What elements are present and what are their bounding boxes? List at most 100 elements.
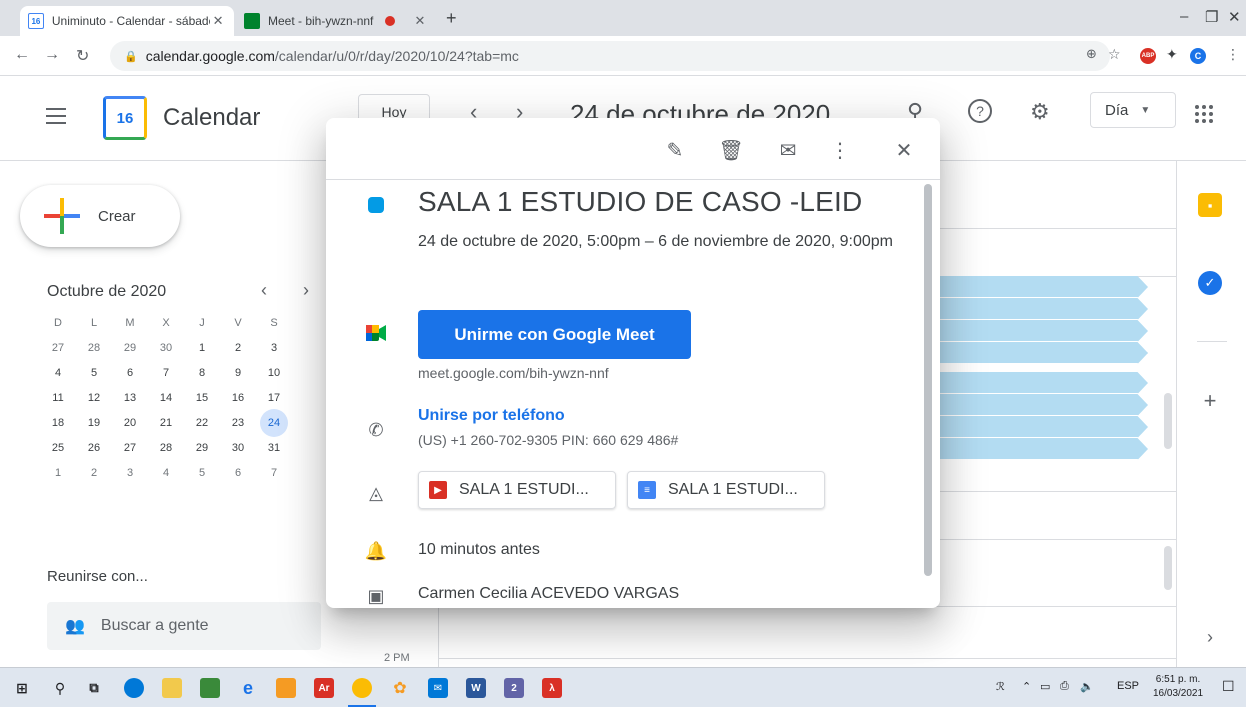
mini-calendar-day[interactable]: 30 [148, 335, 184, 360]
package-icon[interactable] [276, 678, 296, 698]
reload-icon[interactable]: ↻ [76, 46, 89, 66]
mini-calendar-day[interactable]: 4 [40, 360, 76, 385]
edge-icon[interactable] [124, 678, 144, 698]
mini-calendar-day[interactable]: 7 [256, 460, 292, 485]
add-addon-icon[interactable]: + [1198, 388, 1222, 413]
mini-calendar-day[interactable]: 3 [256, 335, 292, 360]
mini-calendar-day[interactable]: 31 [256, 435, 292, 460]
teams-icon[interactable]: 2 [504, 678, 524, 698]
attachment-chip[interactable]: ▶ SALA 1 ESTUDI... [418, 471, 616, 509]
more-options-icon[interactable]: ⋮ [828, 138, 852, 162]
settings-gear-icon[interactable]: ⚙ [1030, 99, 1050, 125]
mini-calendar-day[interactable]: 6 [112, 360, 148, 385]
mini-calendar-day[interactable]: 27 [112, 435, 148, 460]
acrobat-reader-icon[interactable]: Ar [314, 678, 334, 698]
event-chip[interactable] [938, 320, 1148, 342]
tray-overflow-icon[interactable]: ⌃ [1022, 680, 1031, 693]
attachment-chip[interactable]: ≡ SALA 1 ESTUDI... [627, 471, 825, 509]
mini-calendar-day[interactable]: 25 [40, 435, 76, 460]
mini-calendar-day[interactable]: 26 [76, 435, 112, 460]
star-icon[interactable]: ☆ [1108, 46, 1121, 63]
mini-calendar-day[interactable]: 19 [76, 410, 112, 435]
mini-calendar-day[interactable]: 11 [40, 385, 76, 410]
close-tab-icon[interactable]: ✕ [412, 13, 428, 29]
internet-explorer-icon[interactable]: e [238, 678, 258, 698]
close-icon[interactable]: ✕ [892, 138, 916, 162]
event-chip[interactable] [938, 394, 1148, 416]
create-button[interactable]: Crear [20, 185, 180, 247]
clock[interactable]: 6:51 p. m. 16/03/2021 [1153, 673, 1203, 701]
join-meet-button[interactable]: Unirme con Google Meet [418, 310, 691, 359]
forward-icon[interactable]: → [44, 46, 60, 64]
mini-calendar-day[interactable]: 2 [76, 460, 112, 485]
email-icon[interactable]: ✉ [776, 138, 800, 162]
mini-calendar-day[interactable]: 30 [220, 435, 256, 460]
new-tab-button[interactable]: + [446, 8, 457, 29]
mini-calendar-day[interactable]: 4 [148, 460, 184, 485]
profile-avatar[interactable]: C [1190, 48, 1206, 64]
extensions-icon[interactable]: ✦ [1166, 46, 1178, 63]
apps-grid-icon[interactable] [1195, 105, 1213, 123]
mini-calendar-day[interactable]: 29 [112, 335, 148, 360]
restore-icon[interactable]: ❐ [1205, 8, 1218, 26]
expand-panel-icon[interactable]: › [1198, 625, 1222, 649]
mini-calendar-day[interactable]: 29 [184, 435, 220, 460]
mini-calendar-day[interactable]: 28 [148, 435, 184, 460]
browser-menu-icon[interactable]: ⋮ [1226, 46, 1240, 63]
close-tab-icon[interactable]: ✕ [210, 13, 226, 29]
mini-calendar-day[interactable]: 18 [40, 410, 76, 435]
help-icon[interactable]: ? [968, 99, 992, 123]
mini-calendar-day[interactable]: 24 [256, 408, 292, 437]
event-chip[interactable] [938, 438, 1148, 460]
mail-icon[interactable]: ✉ [428, 678, 448, 698]
mini-calendar-day[interactable]: 7 [148, 360, 184, 385]
keep-icon[interactable]: ▪ [1198, 193, 1222, 217]
event-chip[interactable] [938, 276, 1148, 298]
adblock-icon[interactable]: ABP [1140, 48, 1156, 64]
minimize-icon[interactable]: – [1180, 8, 1188, 25]
people-tray-icon[interactable]: ℛ [996, 680, 1005, 693]
store-icon[interactable] [200, 678, 220, 698]
notifications-icon[interactable]: ☐ [1222, 678, 1235, 695]
join-by-phone-link[interactable]: Unirse por teléfono [418, 407, 565, 425]
event-chip[interactable] [938, 372, 1148, 394]
mini-calendar-day[interactable]: 23 [220, 410, 256, 435]
mini-calendar-day[interactable]: 28 [76, 335, 112, 360]
delete-trash-icon[interactable]: 🗑 [718, 138, 743, 162]
mini-calendar-day[interactable]: 16 [220, 385, 256, 410]
url-field[interactable]: 🔒 calendar.google.com/calendar/u/0/r/day… [110, 41, 1110, 71]
windows-start-icon[interactable]: ⊞ [12, 678, 32, 698]
popup-scrollbar[interactable] [924, 184, 932, 576]
people-search-input[interactable]: 👥 Buscar a gente [47, 602, 321, 650]
grid-scrollbar[interactable] [1164, 546, 1172, 590]
mini-prev-month-icon[interactable]: ‹ [261, 280, 267, 301]
event-chip[interactable] [938, 342, 1148, 364]
tab-calendar[interactable]: 16 Uniminuto - Calendar - sábado, 2 ✕ [20, 6, 234, 36]
mini-calendar-day[interactable]: 9 [220, 360, 256, 385]
mini-calendar-day[interactable]: 17 [256, 385, 292, 410]
volume-icon[interactable]: 🔈 [1080, 680, 1094, 693]
mini-calendar-day[interactable]: 5 [184, 460, 220, 485]
mini-calendar-day[interactable]: 15 [184, 385, 220, 410]
meet-link[interactable]: meet.google.com/bih-ywzn-nnf [418, 365, 609, 381]
task-view-icon[interactable]: ⧉ [84, 678, 104, 698]
zoom-icon[interactable]: ⊕ [1086, 46, 1097, 62]
mini-calendar-day[interactable]: 2 [220, 335, 256, 360]
mini-calendar-day[interactable]: 27 [40, 335, 76, 360]
paint-icon[interactable]: ✿ [390, 678, 410, 698]
mini-calendar-day[interactable]: 20 [112, 410, 148, 435]
pdf-app-icon[interactable]: λ [542, 678, 562, 698]
event-chip[interactable] [938, 298, 1148, 320]
mini-calendar-day[interactable]: 3 [112, 460, 148, 485]
search-icon[interactable]: ⚲ [50, 678, 70, 698]
view-selector[interactable]: Día ▼ [1090, 92, 1176, 128]
mini-calendar-day[interactable]: 12 [76, 385, 112, 410]
file-explorer-icon[interactable] [162, 678, 182, 698]
language-indicator[interactable]: ESP [1117, 680, 1139, 692]
mini-calendar-day[interactable]: 5 [76, 360, 112, 385]
mini-calendar-day[interactable]: 14 [148, 385, 184, 410]
close-window-icon[interactable]: ✕ [1228, 8, 1241, 26]
mini-calendar-day[interactable]: 1 [184, 335, 220, 360]
main-menu-icon[interactable] [46, 108, 66, 124]
edit-pencil-icon[interactable]: ✎ [663, 138, 687, 162]
